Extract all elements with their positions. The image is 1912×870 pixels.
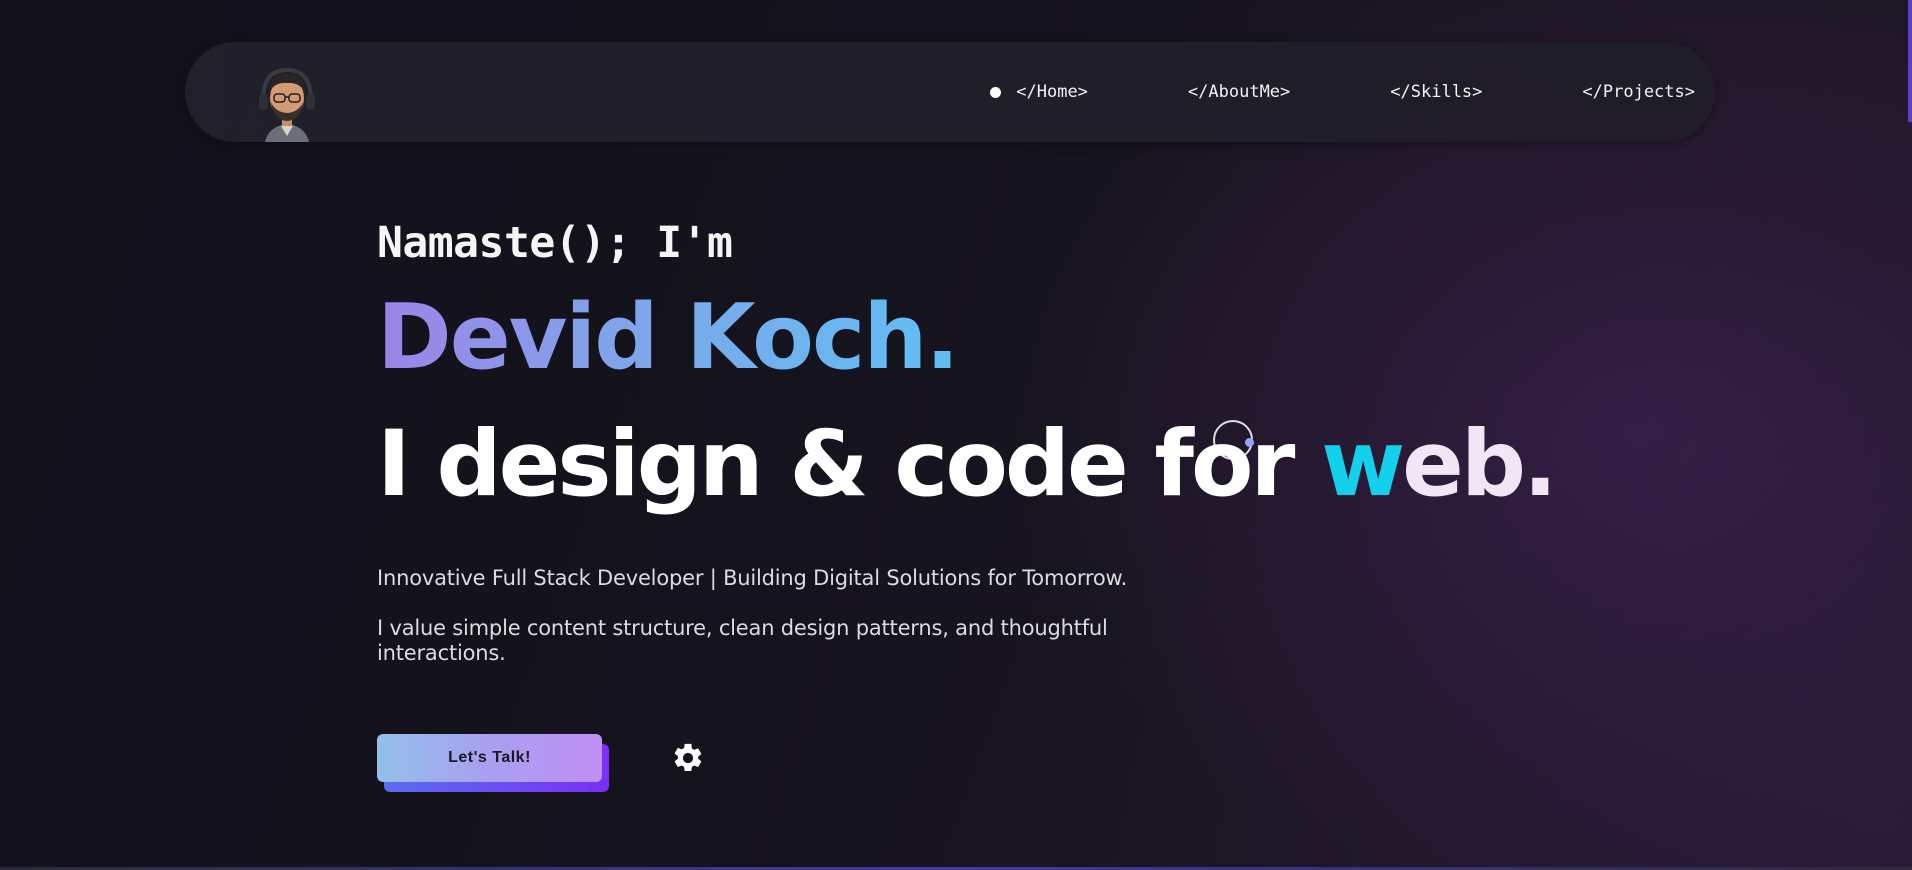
nav-item-aboutme[interactable]: </AboutMe> <box>1188 82 1290 102</box>
tagline-accent-letter: w <box>1321 412 1405 517</box>
custom-cursor-dot <box>1245 438 1254 447</box>
tagline-main: I design & code for <box>377 412 1322 517</box>
nav-item-home[interactable]: </Home> <box>990 82 1088 102</box>
nav-item-projects[interactable]: </Projects> <box>1582 82 1695 102</box>
avatar[interactable] <box>255 66 319 142</box>
nav-item-label: </Skills> <box>1390 82 1483 102</box>
nav-item-label: </Projects> <box>1582 82 1695 102</box>
nav-item-skills[interactable]: </Skills> <box>1390 82 1482 102</box>
hero-subtitle: Innovative Full Stack Developer | Buildi… <box>377 566 1128 590</box>
scroll-progress-indicator <box>1908 0 1912 122</box>
nav-item-label: </Home> <box>1016 82 1088 102</box>
hero-tagline: I design & code for web. <box>377 412 1558 517</box>
hero-name: Devid Koch. <box>377 285 960 390</box>
lets-talk-button[interactable]: Let's Talk! <box>377 734 602 782</box>
nav-links: </Home> </AboutMe> </Skills> </Projects> <box>990 42 1695 142</box>
gear-icon <box>674 743 702 772</box>
nav-item-label: </AboutMe> <box>1187 82 1291 102</box>
hero-description: I value simple content structure, clean … <box>377 616 1108 665</box>
tagline-end: eb. <box>1402 412 1557 517</box>
settings-button[interactable] <box>671 741 705 775</box>
navbar: </Home> </AboutMe> </Skills> </Projects> <box>185 42 1715 142</box>
avatar-memoji <box>259 67 315 142</box>
cta-container: Let's Talk! <box>377 734 609 794</box>
active-dot-icon <box>990 86 1002 98</box>
greeting-text: Namaste(); I'm <box>377 218 733 268</box>
